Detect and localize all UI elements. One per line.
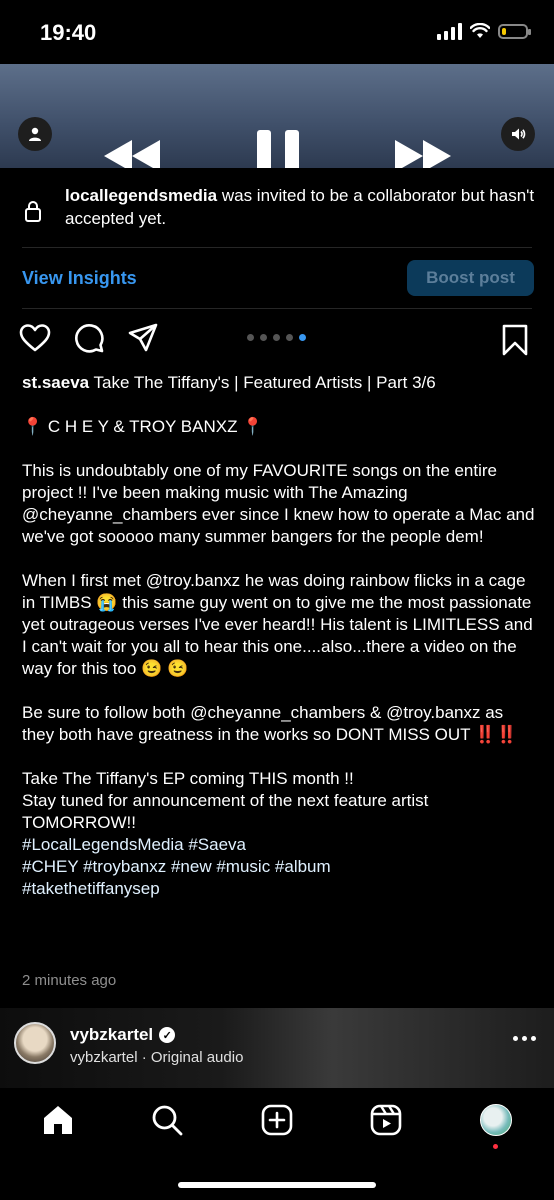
home-indicator[interactable] (178, 1182, 376, 1188)
caption-paragraph-1: This is undoubtably one of my FAVOURITE … (22, 461, 535, 546)
caption-username[interactable]: st.saeva (22, 373, 89, 392)
notification-dot (493, 1144, 498, 1149)
battery-icon (498, 23, 531, 39)
lock-icon (25, 201, 41, 222)
more-options-icon[interactable] (513, 1036, 536, 1041)
comment-icon[interactable] (73, 322, 105, 354)
post-timestamp: 2 minutes ago (22, 972, 117, 989)
carousel-dot (247, 334, 254, 341)
bookmark-icon[interactable] (501, 324, 529, 356)
caption-pin-line: 📍 C H E Y & TROY BANXZ 📍 (22, 417, 264, 436)
status-bar: 19:40 (0, 0, 554, 64)
mute-button[interactable] (501, 117, 535, 151)
pause-icon[interactable] (255, 128, 301, 168)
next-post-header[interactable]: vybzkartel ✓ vybzkartel · Original audio (0, 1008, 554, 1088)
post-caption: st.saeva Take The Tiffany's | Featured A… (22, 372, 537, 900)
next-post-username[interactable]: vybzkartel (70, 1025, 153, 1045)
caption-paragraph-2: When I first met @troy.banxz he was doin… (22, 571, 533, 678)
caption-ep-line: Take The Tiffany's EP coming THIS month … (22, 769, 354, 788)
divider (22, 308, 532, 309)
wifi-icon (470, 23, 490, 38)
next-post-audio[interactable]: vybzkartel · Original audio (70, 1049, 243, 1066)
verified-badge-icon: ✓ (159, 1027, 176, 1043)
home-icon[interactable] (42, 1104, 74, 1136)
create-post-icon[interactable] (261, 1104, 293, 1136)
signal-icon (437, 22, 462, 40)
carousel-dot-active (299, 334, 306, 341)
rewind-icon[interactable] (102, 136, 162, 168)
collab-username[interactable]: locallegendsmedia (65, 186, 217, 205)
status-icons (437, 22, 531, 40)
caption-hashtags-3[interactable]: #takethetiffanysep (22, 878, 537, 900)
post-actions (0, 322, 554, 362)
carousel-indicator (247, 334, 306, 341)
heart-icon[interactable] (19, 322, 51, 354)
fast-forward-icon[interactable] (393, 136, 453, 168)
next-post-username-row[interactable]: vybzkartel ✓ (70, 1025, 176, 1045)
carousel-dot (273, 334, 280, 341)
status-time: 19:40 (40, 20, 97, 45)
collab-message: locallegendsmedia was invited to be a co… (65, 184, 535, 230)
avatar[interactable] (14, 1022, 56, 1064)
caption-stay-tuned-line: Stay tuned for announcement of the next … (22, 791, 429, 832)
search-icon[interactable] (151, 1104, 183, 1136)
profile-tab-avatar[interactable] (480, 1104, 512, 1136)
divider (22, 247, 532, 248)
tagged-people-button[interactable] (18, 117, 52, 151)
person-icon (29, 127, 41, 141)
view-insights-link[interactable]: View Insights (22, 268, 137, 289)
share-icon[interactable] (127, 322, 159, 354)
post-video[interactable] (0, 64, 554, 168)
carousel-dot (260, 334, 267, 341)
reels-icon[interactable] (370, 1104, 402, 1136)
speaker-icon (512, 128, 526, 140)
caption-hashtags-2[interactable]: #CHEY #troybanxz #new #music #album (22, 856, 537, 878)
collab-notice: locallegendsmedia was invited to be a co… (0, 170, 554, 248)
carousel-dot (286, 334, 293, 341)
caption-title: Take The Tiffany's | Featured Artists | … (89, 373, 436, 392)
caption-hashtags-1[interactable]: #LocalLegendsMedia #Saeva (22, 834, 537, 856)
caption-paragraph-3: Be sure to follow both @cheyanne_chamber… (22, 703, 518, 744)
boost-post-button[interactable]: Boost post (407, 260, 534, 296)
